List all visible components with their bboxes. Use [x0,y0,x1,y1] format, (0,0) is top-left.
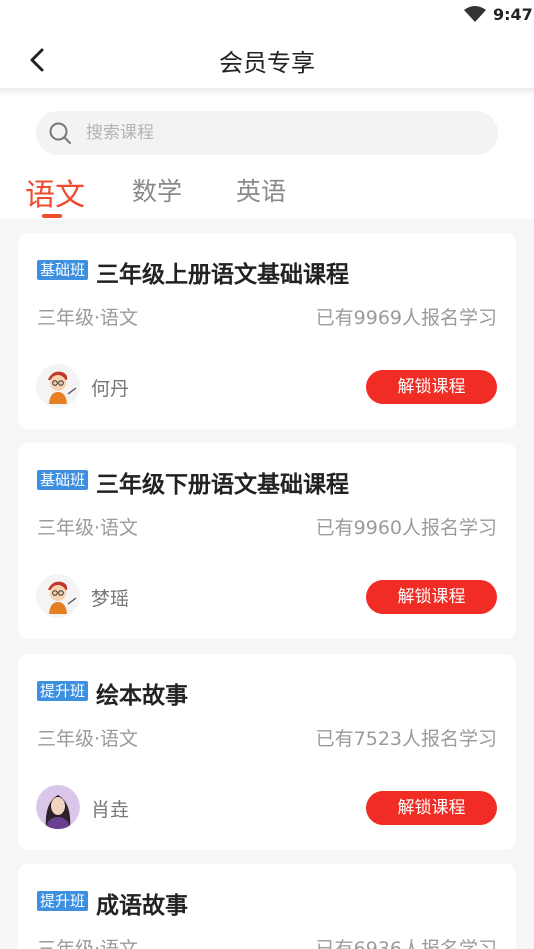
course-badge: 提升班 [37,891,89,911]
tab-indicator [42,214,62,218]
course-card[interactable]: 基础班 三年级下册语文基础课程 三年级·语文 已有9960人报名学习 梦瑶 解锁… [18,443,516,639]
course-title: 成语故事 [96,893,188,919]
teacher-avatar [36,364,80,408]
course-title: 绘本故事 [96,683,188,709]
wifi-icon [464,6,486,22]
course-grade: 三年级·语文 [37,517,139,539]
status-time: 9:47 [493,5,533,24]
course-title: 三年级下册语文基础课程 [96,472,349,498]
unlock-course-button[interactable]: 解锁课程 [366,791,497,825]
course-badge: 基础班 [37,260,89,280]
search-icon [49,122,71,144]
course-grade: 三年级·语文 [37,938,139,949]
search-bar[interactable] [36,111,498,155]
tab-english[interactable]: 英语 [236,172,286,208]
subject-tabs: 语文 数学 英语 [0,170,534,219]
unlock-course-button[interactable]: 解锁课程 [366,370,497,404]
tab-math[interactable]: 数学 [132,172,182,208]
course-title: 三年级上册语文基础课程 [96,262,349,288]
status-bar: 9:47 [0,0,534,30]
title-bar: 会员专享 [0,30,534,90]
enrolled-count: 已有6936人报名学习 [315,938,497,949]
teacher-name: 何丹 [91,378,130,400]
enrolled-count: 已有9960人报名学习 [315,517,497,539]
teacher-avatar [36,574,80,618]
course-card[interactable]: 提升班 成语故事 三年级·语文 已有6936人报名学习 [18,864,516,949]
teacher-avatar [36,785,80,829]
teacher-name: 肖垚 [91,799,130,821]
teacher-name: 梦瑶 [91,588,130,610]
tab-chinese[interactable]: 语文 [25,170,85,214]
enrolled-count: 已有7523人报名学习 [315,728,497,750]
page-title: 会员专享 [219,49,315,77]
course-card[interactable]: 基础班 三年级上册语文基础课程 三年级·语文 已有9969人报名学习 何丹 解锁… [18,233,516,429]
course-card[interactable]: 提升班 绘本故事 三年级·语文 已有7523人报名学习 肖垚 解锁课程 [18,654,516,850]
unlock-course-button[interactable]: 解锁课程 [366,580,497,614]
course-grade: 三年级·语文 [37,728,139,750]
search-input[interactable] [86,111,486,155]
course-badge: 提升班 [37,681,89,701]
course-grade: 三年级·语文 [37,307,139,329]
course-badge: 基础班 [37,470,89,490]
header-divider [0,88,534,96]
header-area: 9:47 会员专享 语文 数学 英语 [0,0,534,219]
enrolled-count: 已有9969人报名学习 [315,307,497,329]
